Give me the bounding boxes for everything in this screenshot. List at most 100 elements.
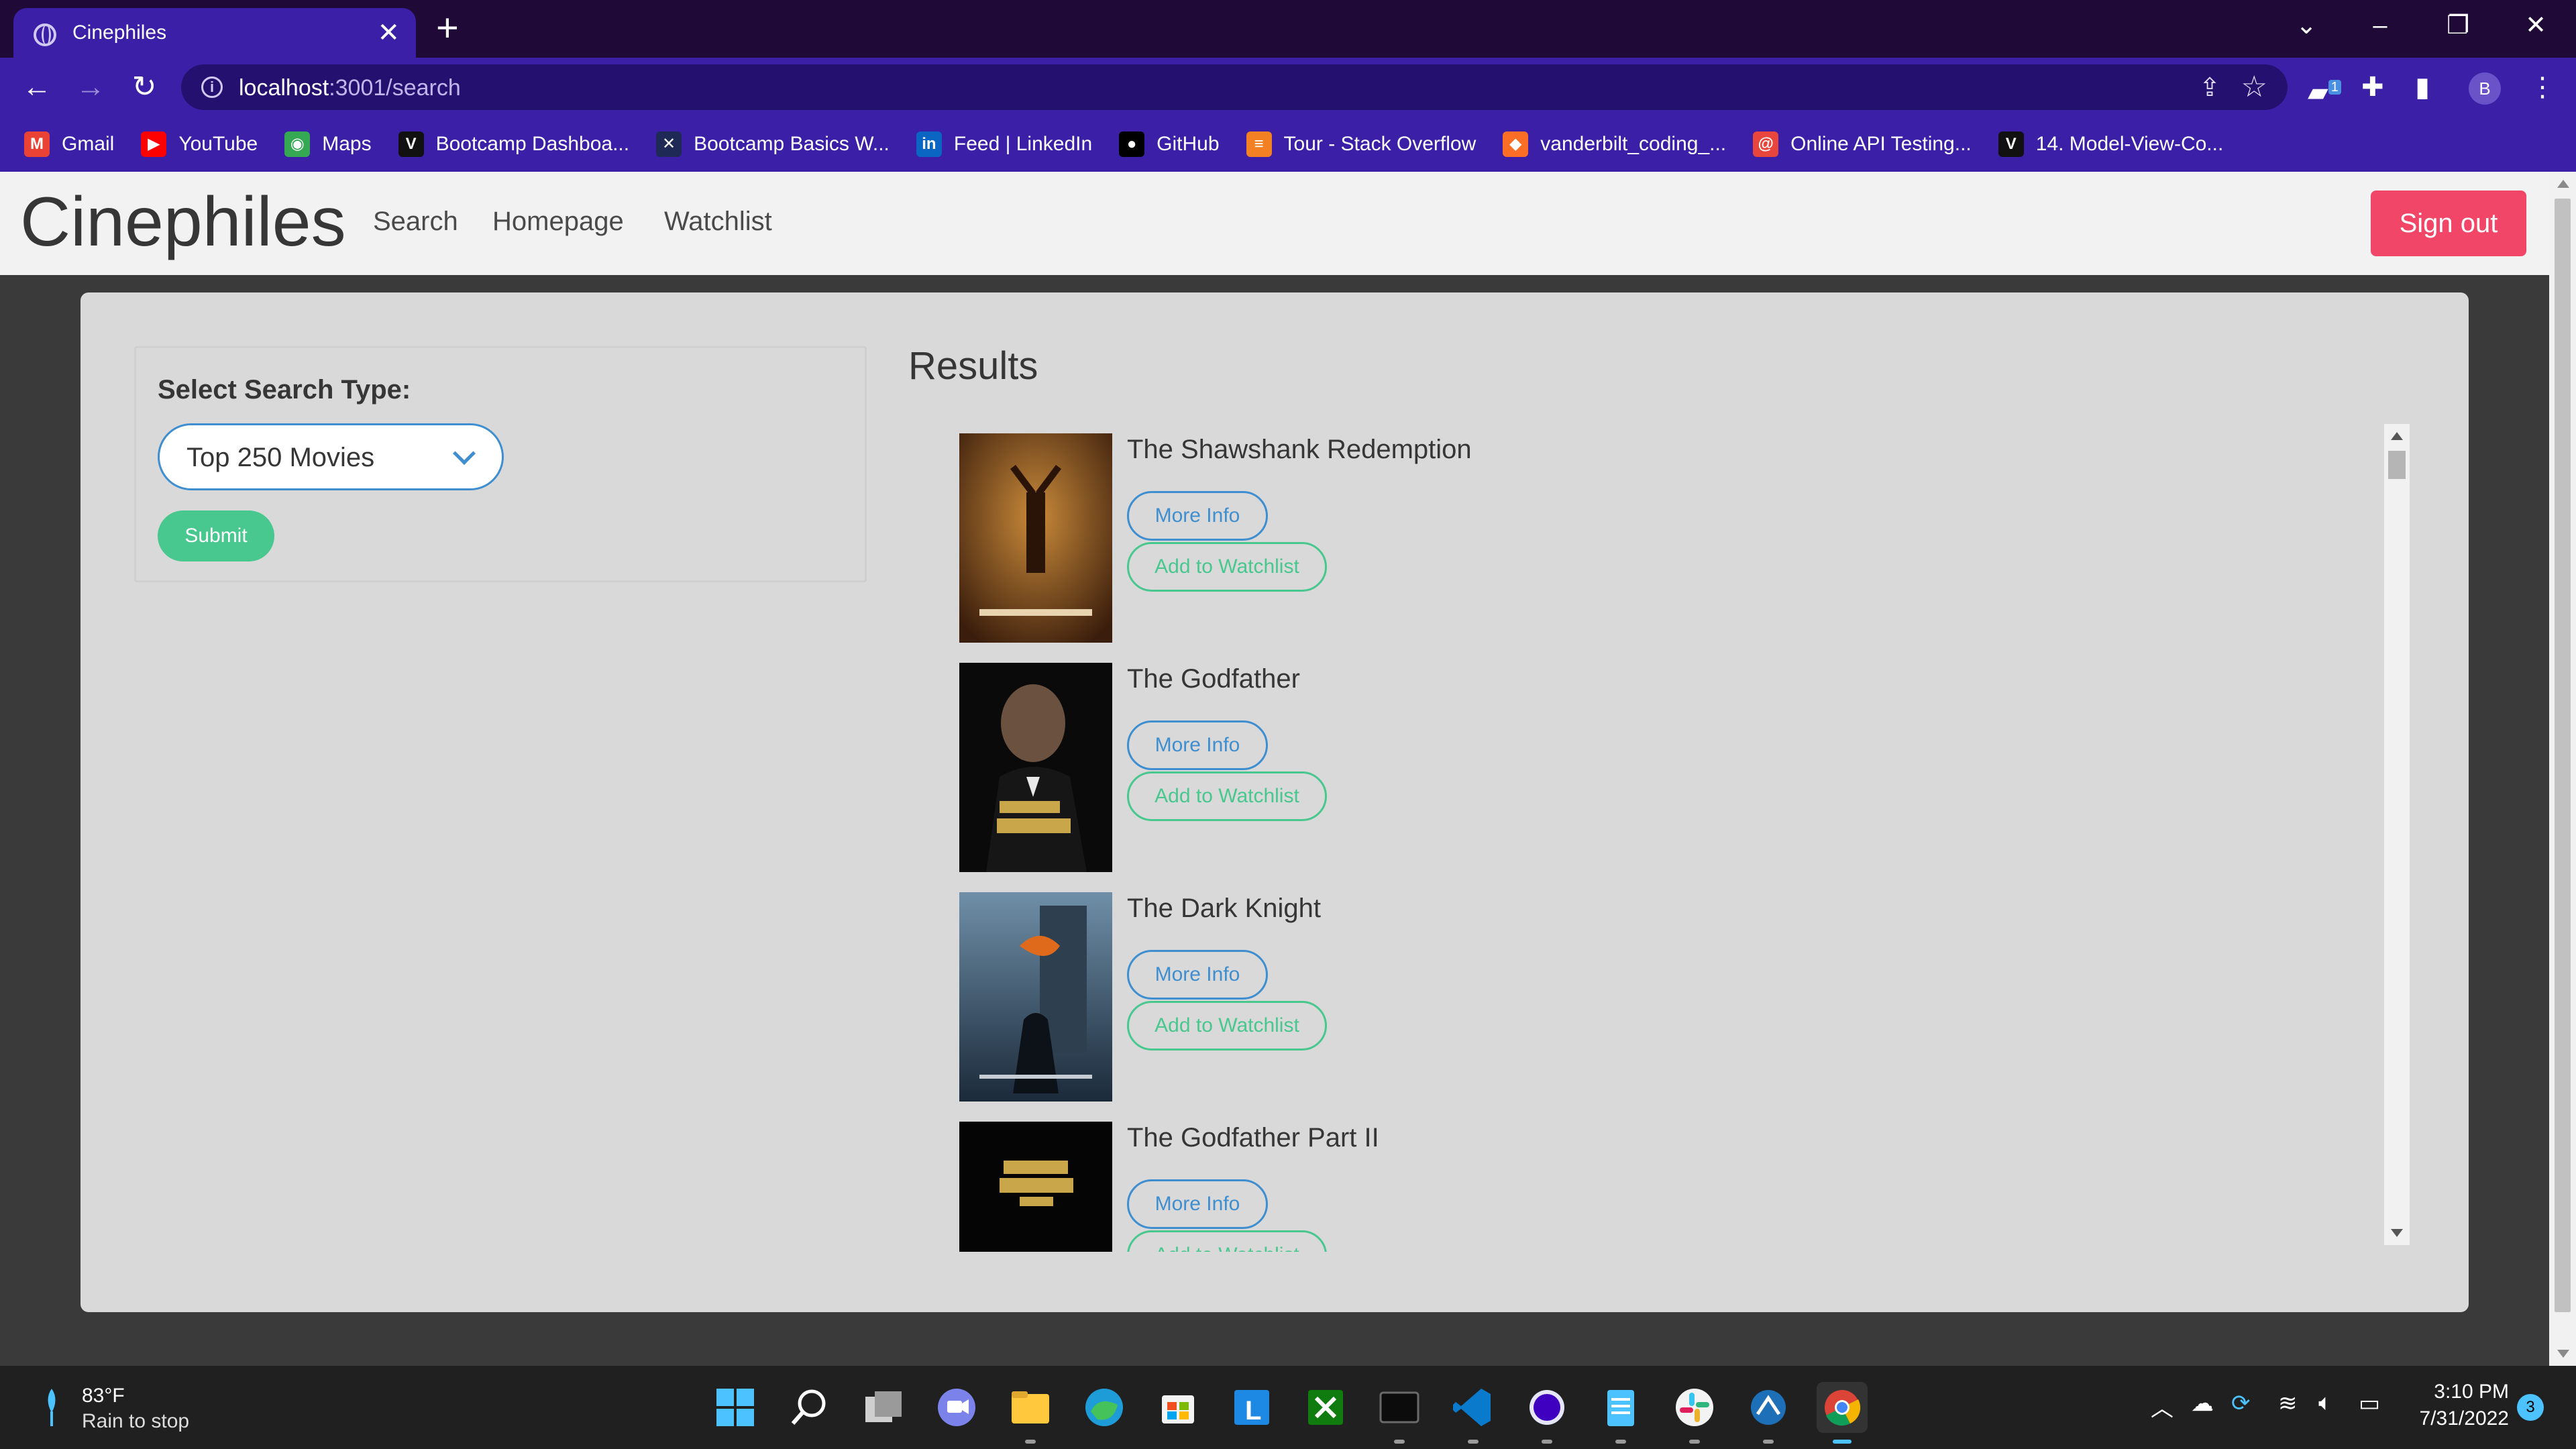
- brand-logo[interactable]: Cinephiles: [20, 185, 346, 259]
- menu-kebab-icon[interactable]: ⋮: [2529, 70, 2556, 105]
- reload-icon[interactable]: ↻: [121, 67, 168, 107]
- extension-badge-icon[interactable]: ▰ 1: [2308, 70, 2341, 109]
- bookmark-item[interactable]: in Feed | LinkedIn: [916, 131, 1092, 157]
- extensions-puzzle-icon[interactable]: ✚: [2361, 70, 2384, 105]
- movie-item: The Godfather More Info Add to Watchlist: [959, 663, 2301, 872]
- page-scrollbar[interactable]: [2549, 172, 2576, 1366]
- clock-time[interactable]: 3:10 PM: [2428, 1381, 2509, 1403]
- add-to-watchlist-button[interactable]: Add to Watchlist: [1127, 771, 1327, 821]
- browser-tab[interactable]: Cinephiles ✕: [13, 8, 416, 58]
- bookmark-item[interactable]: V 14. Model-View-Co...: [1998, 131, 2224, 157]
- more-info-button[interactable]: More Info: [1127, 491, 1268, 541]
- bookmark-label: 14. Model-View-Co...: [2035, 133, 2224, 155]
- linkedin-icon: in: [916, 131, 942, 157]
- new-tab-icon[interactable]: +: [436, 7, 459, 50]
- teams-chat-icon[interactable]: [931, 1382, 982, 1433]
- task-view-icon[interactable]: [857, 1382, 908, 1433]
- onedrive-cloud-icon[interactable]: ☁: [2191, 1390, 2214, 1417]
- bookmark-label: Feed | LinkedIn: [953, 133, 1093, 155]
- add-to-watchlist-button[interactable]: Add to Watchlist: [1127, 1001, 1327, 1051]
- microsoft-store-icon[interactable]: [1152, 1382, 1203, 1433]
- bookmark-item[interactable]: @ Online API Testing...: [1753, 131, 1972, 157]
- share-icon[interactable]: ⇪: [2199, 72, 2220, 103]
- notepad-icon[interactable]: [1595, 1382, 1646, 1444]
- stackoverflow-icon: ≡: [1246, 131, 1272, 157]
- results-list[interactable]: The Shawshank Redemption More Info Add t…: [959, 433, 2408, 1252]
- nav-watchlist-link[interactable]: Watchlist: [664, 207, 772, 237]
- search-icon[interactable]: [784, 1382, 835, 1433]
- web-page: Cinephiles Search Homepage Watchlist Sig…: [0, 172, 2549, 1366]
- more-info-button[interactable]: More Info: [1127, 950, 1268, 1000]
- search-type-select[interactable]: Top 250 Movies: [158, 423, 504, 490]
- more-info-button[interactable]: More Info: [1127, 1179, 1268, 1229]
- chrome-icon[interactable]: [1817, 1382, 1868, 1444]
- minimize-icon[interactable]: –: [2353, 5, 2407, 46]
- svg-text:L: L: [1245, 1396, 1261, 1426]
- bookmark-item[interactable]: M Gmail: [24, 131, 114, 157]
- edge-browser-icon[interactable]: [1079, 1382, 1130, 1433]
- search-type-label: Select Search Type:: [158, 375, 411, 405]
- add-to-watchlist-button[interactable]: Add to Watchlist: [1127, 542, 1327, 592]
- bookmark-label: Maps: [322, 133, 372, 155]
- clock-date[interactable]: 7/31/2022: [2407, 1407, 2509, 1430]
- scroll-down-icon[interactable]: [2557, 1350, 2569, 1358]
- back-icon[interactable]: ←: [13, 67, 60, 107]
- side-panel-icon[interactable]: ▮: [2415, 70, 2430, 105]
- bookmark-item[interactable]: ≡ Tour - Stack Overflow: [1246, 131, 1476, 157]
- bookmark-item[interactable]: ▶ YouTube: [141, 131, 258, 157]
- file-explorer-icon[interactable]: [1005, 1382, 1056, 1444]
- volume-icon[interactable]: 🔈︎: [2318, 1390, 2332, 1416]
- add-to-watchlist-button[interactable]: Add to Watchlist: [1127, 1230, 1327, 1252]
- profile-avatar[interactable]: B: [2469, 72, 2501, 105]
- vscode-icon[interactable]: [1448, 1382, 1499, 1444]
- windows-start-icon[interactable]: [710, 1382, 761, 1433]
- movie-item: The Dark Knight More Info Add to Watchli…: [959, 892, 2301, 1102]
- bookmark-item[interactable]: ◉ Maps: [284, 131, 372, 157]
- show-hidden-icons-chevron-icon[interactable]: ︿: [2151, 1390, 2174, 1423]
- battery-icon[interactable]: ▭: [2359, 1390, 2380, 1417]
- weather-condition[interactable]: Rain to stop: [82, 1410, 189, 1433]
- scroll-thumb[interactable]: [2388, 451, 2406, 479]
- nav-homepage-link[interactable]: Homepage: [492, 207, 624, 237]
- weather-temperature[interactable]: 83°F: [82, 1385, 125, 1407]
- wifi-icon[interactable]: ≋: [2278, 1390, 2298, 1417]
- site-info-icon[interactable]: i: [201, 76, 223, 98]
- bookmark-item[interactable]: ◆ vanderbilt_coding_...: [1503, 131, 1726, 157]
- bookmarks-bar: M Gmail ▶ YouTube ◉ Maps V Bootcamp Dashboa... ✕…: [0, 117, 2576, 172]
- movie-item: The Shawshank Redemption More Info Add t…: [959, 433, 2301, 643]
- bookmark-label: YouTube: [178, 133, 258, 155]
- scroll-down-icon[interactable]: [2391, 1229, 2403, 1237]
- bookmark-label: Bootcamp Dashboa...: [435, 133, 630, 155]
- movie-poster: [959, 663, 1112, 872]
- bookmark-item[interactable]: ● GitHub: [1119, 131, 1220, 157]
- tab-search-chevron-icon[interactable]: ⌄: [2279, 5, 2333, 46]
- nav-search-link[interactable]: Search: [373, 207, 458, 237]
- bookmark-label: GitHub: [1157, 133, 1220, 155]
- rain-umbrella-icon[interactable]: [42, 1386, 62, 1429]
- letter-l-app-icon[interactable]: L: [1226, 1382, 1277, 1433]
- scroll-up-icon[interactable]: [2557, 180, 2569, 188]
- bookmark-item[interactable]: V Bootcamp Dashboa...: [398, 131, 630, 157]
- close-tab-icon[interactable]: ✕: [377, 17, 400, 48]
- xbox-icon[interactable]: [1300, 1382, 1351, 1433]
- url-text[interactable]: localhost:3001/search: [239, 75, 461, 101]
- scroll-thumb[interactable]: [2555, 199, 2571, 1312]
- bookmark-item[interactable]: ✕ Bootcamp Basics W...: [656, 131, 890, 157]
- notification-badge[interactable]: 3: [2517, 1394, 2544, 1421]
- movie-title: The Shawshank Redemption: [1127, 435, 1472, 464]
- sign-out-button[interactable]: Sign out: [2371, 191, 2526, 256]
- bookmark-star-icon[interactable]: ☆: [2241, 70, 2267, 104]
- submit-button[interactable]: Submit: [158, 511, 274, 561]
- terminal-icon[interactable]: [1374, 1382, 1425, 1444]
- mongodb-compass-icon[interactable]: [1743, 1382, 1794, 1444]
- close-window-icon[interactable]: ✕: [2509, 5, 2563, 46]
- insomnia-icon[interactable]: [1521, 1382, 1572, 1444]
- more-info-button[interactable]: More Info: [1127, 720, 1268, 770]
- restore-icon[interactable]: ❐: [2431, 5, 2485, 46]
- slack-icon[interactable]: [1669, 1382, 1720, 1444]
- scroll-up-icon[interactable]: [2391, 432, 2403, 440]
- results-scrollbar[interactable]: [2384, 424, 2410, 1245]
- sync-icon[interactable]: ⟳: [2231, 1390, 2251, 1417]
- address-bar[interactable]: i localhost:3001/search ⇪ ☆: [181, 64, 2288, 110]
- forward-icon[interactable]: →: [67, 67, 114, 107]
